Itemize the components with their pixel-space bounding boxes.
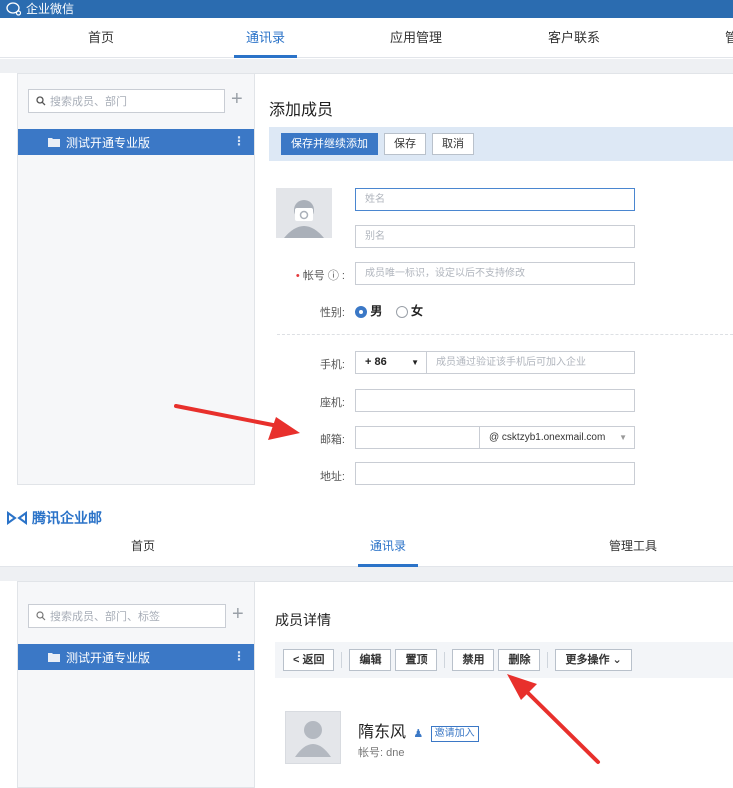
- red-arrow-annotation: [174, 404, 300, 440]
- exmail-panel: 腾讯企业邮 首页 通讯录 管理工具 搜索成员、部门、标签 + 测试开通专业版 ⋮…: [0, 505, 733, 788]
- wecom-panel: 企业微信 首页 通讯录 应用管理 客户联系 管 搜索成员、部门 + 测试开通专业…: [0, 0, 733, 485]
- red-arrow-annotation: [507, 674, 600, 764]
